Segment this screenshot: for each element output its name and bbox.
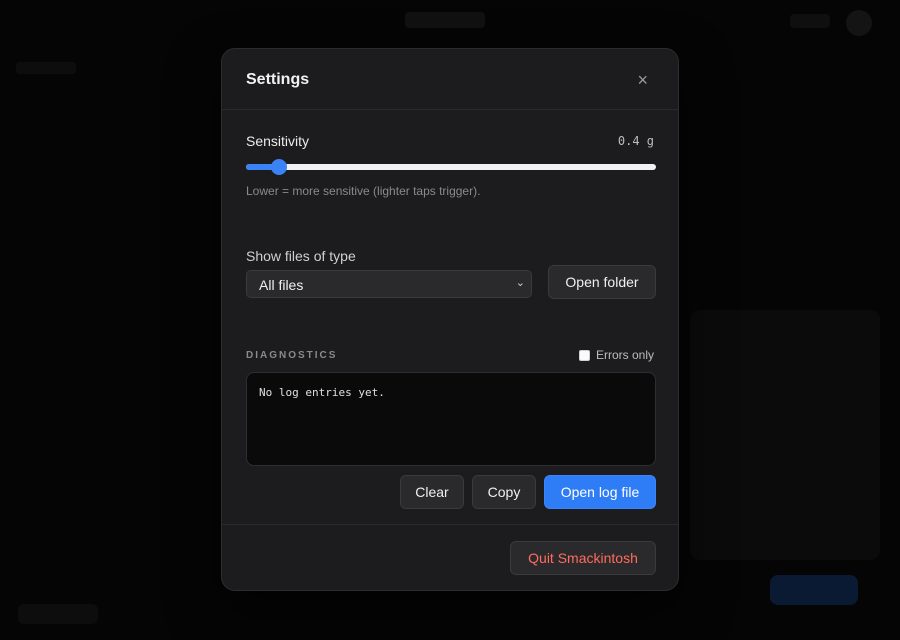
errors-only-toggle[interactable]: Errors only bbox=[578, 348, 654, 362]
sensitivity-value: 0.4 g bbox=[617, 134, 654, 148]
slider-track bbox=[246, 164, 656, 170]
dialog-header: Settings × bbox=[222, 49, 678, 110]
errors-only-label: Errors only bbox=[595, 348, 654, 362]
errors-only-checkbox[interactable] bbox=[578, 349, 590, 361]
copy-button[interactable]: Copy bbox=[472, 475, 536, 509]
sensitivity-hint: Lower = more sensitive (lighter taps tri… bbox=[246, 184, 481, 198]
log-output[interactable]: No log entries yet. bbox=[246, 372, 656, 466]
background-sidebar-item bbox=[16, 62, 76, 74]
quit-button[interactable]: Quit Smackintosh bbox=[510, 541, 656, 575]
settings-dialog: Settings × Sensitivity 0.4 g Lower = mor… bbox=[221, 48, 679, 591]
file-type-label: Show files of type bbox=[246, 248, 356, 264]
background-avatar bbox=[846, 10, 872, 36]
file-type-select[interactable]: All files ⌄ bbox=[246, 270, 532, 298]
background-title bbox=[405, 12, 485, 28]
background-toolbar-item bbox=[790, 14, 830, 28]
open-folder-button[interactable]: Open folder bbox=[548, 265, 656, 299]
open-log-file-button[interactable]: Open log file bbox=[544, 475, 656, 509]
diagnostics-heading: DIAGNOSTICS bbox=[246, 350, 338, 361]
background-footer-item bbox=[18, 604, 98, 624]
sensitivity-slider[interactable] bbox=[246, 159, 656, 175]
dialog-title: Settings bbox=[246, 71, 310, 88]
log-text: No log entries yet. bbox=[259, 386, 385, 399]
dialog-footer-divider bbox=[222, 524, 678, 525]
clear-button[interactable]: Clear bbox=[400, 475, 464, 509]
background-panel bbox=[690, 310, 880, 560]
file-type-selected: All files bbox=[259, 277, 304, 293]
close-icon[interactable]: × bbox=[637, 71, 648, 89]
background-button bbox=[770, 575, 858, 605]
sensitivity-label: Sensitivity bbox=[246, 133, 310, 149]
slider-thumb[interactable] bbox=[270, 159, 287, 175]
chevron-down-icon: ⌄ bbox=[515, 277, 525, 289]
